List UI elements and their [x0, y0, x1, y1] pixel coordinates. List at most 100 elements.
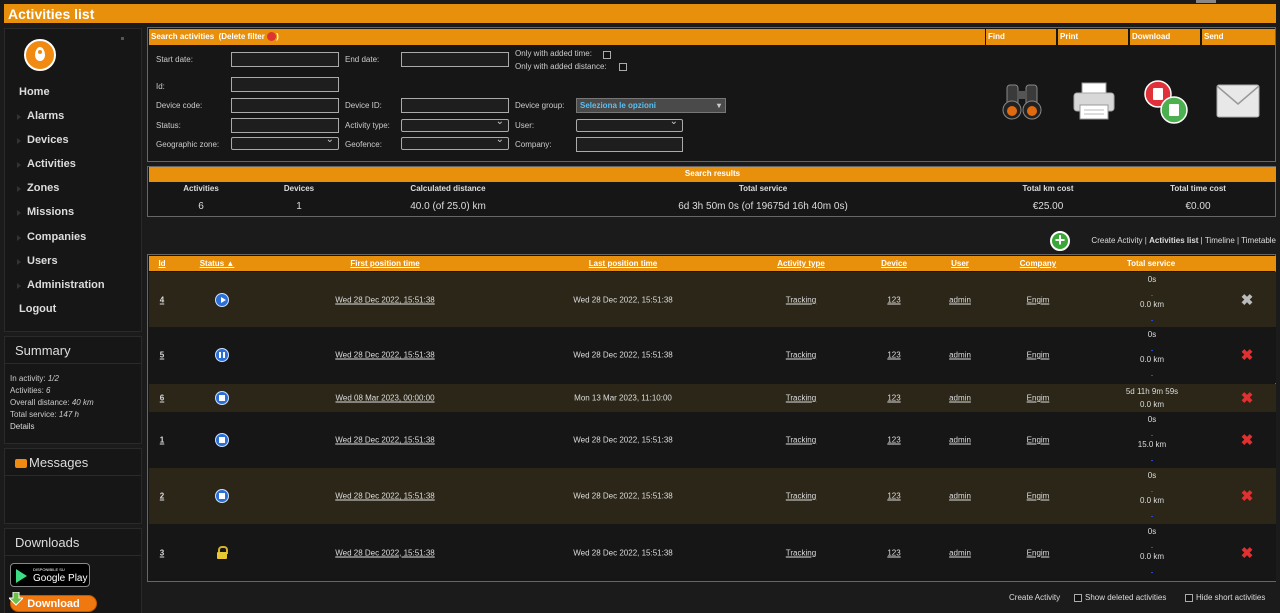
row-company-link[interactable]: Engim [1027, 296, 1050, 305]
row-company-link[interactable]: Engim [1027, 394, 1050, 403]
row-user-link[interactable]: admin [949, 351, 971, 360]
row-id-link[interactable]: 3 [160, 548, 164, 557]
delete-row-icon[interactable]: ✖ [1241, 389, 1254, 407]
row-first-position-link[interactable]: Wed 28 Dec 2022, 15:51:38 [335, 296, 434, 305]
col-first-position[interactable]: First position time [350, 259, 419, 268]
user-select[interactable] [576, 116, 683, 132]
row-service-edit-link[interactable] [1140, 564, 1164, 577]
row-activity-type-link[interactable]: Tracking [786, 296, 816, 305]
nav-zones[interactable]: Zones [16, 182, 59, 194]
show-deleted-checkbox[interactable] [1074, 593, 1082, 602]
delete-row-icon[interactable]: ✖ [1241, 291, 1254, 309]
col-company[interactable]: Company [1020, 259, 1056, 268]
binoculars-icon[interactable] [1001, 83, 1043, 121]
timetable-link[interactable]: Timetable [1241, 236, 1276, 245]
delete-row-icon[interactable]: ✖ [1241, 544, 1254, 562]
row-first-position-link[interactable]: Wed 28 Dec 2022, 15:51:38 [335, 351, 434, 360]
summary-details-link[interactable]: Details [10, 422, 34, 431]
row-id-link[interactable]: 4 [160, 296, 164, 305]
lock-status-icon[interactable] [215, 545, 229, 560]
download-app-button[interactable]: Download [9, 592, 97, 612]
row-user-link[interactable]: admin [949, 436, 971, 445]
add-activity-icon[interactable]: + [1050, 231, 1070, 251]
row-company-link[interactable]: Engim [1027, 492, 1050, 501]
row-service-edit-link[interactable] [1140, 342, 1164, 355]
device-group-select[interactable]: Seleziona le opzioni [576, 98, 726, 113]
row-user-link[interactable]: admin [949, 394, 971, 403]
only-time-checkbox[interactable] [603, 51, 611, 59]
col-id[interactable]: Id [158, 259, 165, 268]
col-user[interactable]: User [951, 259, 969, 268]
row-activity-type-link[interactable]: Tracking [786, 492, 816, 501]
row-activity-type-link[interactable]: Tracking [786, 351, 816, 360]
stop-status-icon[interactable] [215, 433, 229, 447]
row-user-link[interactable]: admin [949, 296, 971, 305]
row-company-link[interactable]: Engim [1027, 548, 1050, 557]
row-device-link[interactable]: 123 [887, 492, 900, 501]
hide-short-checkbox[interactable] [1185, 593, 1193, 602]
end-date-input[interactable] [401, 52, 509, 67]
row-service-edit-link[interactable] [1140, 287, 1164, 300]
stop-status-icon[interactable] [215, 391, 229, 405]
geo-zone-select[interactable] [231, 134, 339, 150]
stop-status-icon[interactable] [215, 489, 229, 503]
row-id-link[interactable]: 2 [160, 492, 164, 501]
delete-row-icon[interactable]: ✖ [1241, 431, 1254, 449]
row-activity-type-link[interactable]: Tracking [786, 548, 816, 557]
logo-icon[interactable] [24, 39, 56, 71]
envelope-icon[interactable] [1216, 84, 1260, 118]
activities-list-link[interactable]: Activities list [1149, 236, 1198, 245]
row-activity-type-link[interactable]: Tracking [786, 436, 816, 445]
row-service-edit-link[interactable] [1140, 367, 1164, 380]
row-device-link[interactable]: 123 [887, 394, 900, 403]
row-id-link[interactable]: 5 [160, 351, 164, 360]
footer-create-activity-link[interactable]: Create Activity [1009, 593, 1060, 602]
row-service-edit-link[interactable] [1140, 539, 1164, 552]
nav-missions[interactable]: Missions [16, 206, 74, 218]
row-service-edit-link[interactable] [1138, 427, 1166, 440]
printer-icon[interactable] [1072, 81, 1116, 121]
row-device-link[interactable]: 123 [887, 436, 900, 445]
nav-devices[interactable]: Devices [17, 134, 69, 146]
nav-home[interactable]: Home [19, 86, 50, 98]
row-service-edit-link[interactable] [1140, 483, 1164, 496]
row-service-edit-link[interactable] [1140, 508, 1164, 521]
start-date-input[interactable] [231, 52, 339, 67]
activity-type-select[interactable] [401, 116, 509, 132]
show-deleted-option[interactable]: Show deleted activities [1074, 593, 1166, 602]
nav-logout[interactable]: Logout [19, 303, 56, 315]
row-service-edit-link[interactable] [1138, 452, 1166, 465]
row-user-link[interactable]: admin [949, 492, 971, 501]
col-device[interactable]: Device [881, 259, 907, 268]
row-first-position-link[interactable]: Wed 28 Dec 2022, 15:51:38 [335, 436, 434, 445]
hide-short-option[interactable]: Hide short activities [1185, 593, 1265, 602]
nav-users[interactable]: Users [17, 255, 58, 267]
delete-filter-link[interactable]: Delete filter [221, 32, 265, 41]
delete-row-icon[interactable]: ✖ [1241, 346, 1254, 364]
row-device-link[interactable]: 123 [887, 351, 900, 360]
delete-row-icon[interactable]: ✖ [1241, 487, 1254, 505]
device-code-input[interactable] [231, 98, 339, 113]
row-id-link[interactable]: 1 [160, 436, 164, 445]
play-status-icon[interactable] [215, 293, 229, 307]
row-device-link[interactable]: 123 [887, 296, 900, 305]
delete-filter-icon[interactable] [267, 32, 277, 42]
status-input[interactable] [231, 118, 339, 133]
id-input[interactable] [231, 77, 339, 92]
row-first-position-link[interactable]: Wed 28 Dec 2022, 15:51:38 [335, 492, 434, 501]
row-company-link[interactable]: Engim [1027, 436, 1050, 445]
row-service-edit-link[interactable] [1140, 312, 1164, 325]
create-activity-link[interactable]: Create Activity [1091, 236, 1142, 245]
pause-status-icon[interactable] [215, 348, 229, 362]
col-status[interactable]: Status ▲ [200, 259, 235, 268]
nav-activities[interactable]: Activities [17, 158, 76, 170]
google-play-badge[interactable]: DISPONIBILE SU Google Play [10, 563, 90, 587]
device-id-input[interactable] [401, 98, 509, 113]
col-activity-type[interactable]: Activity type [777, 259, 825, 268]
row-activity-type-link[interactable]: Tracking [786, 394, 816, 403]
row-device-link[interactable]: 123 [887, 548, 900, 557]
export-download-icon[interactable] [1143, 79, 1189, 125]
nav-alarms[interactable]: Alarms [16, 110, 64, 122]
company-input[interactable] [576, 137, 683, 152]
col-last-position[interactable]: Last position time [589, 259, 657, 268]
